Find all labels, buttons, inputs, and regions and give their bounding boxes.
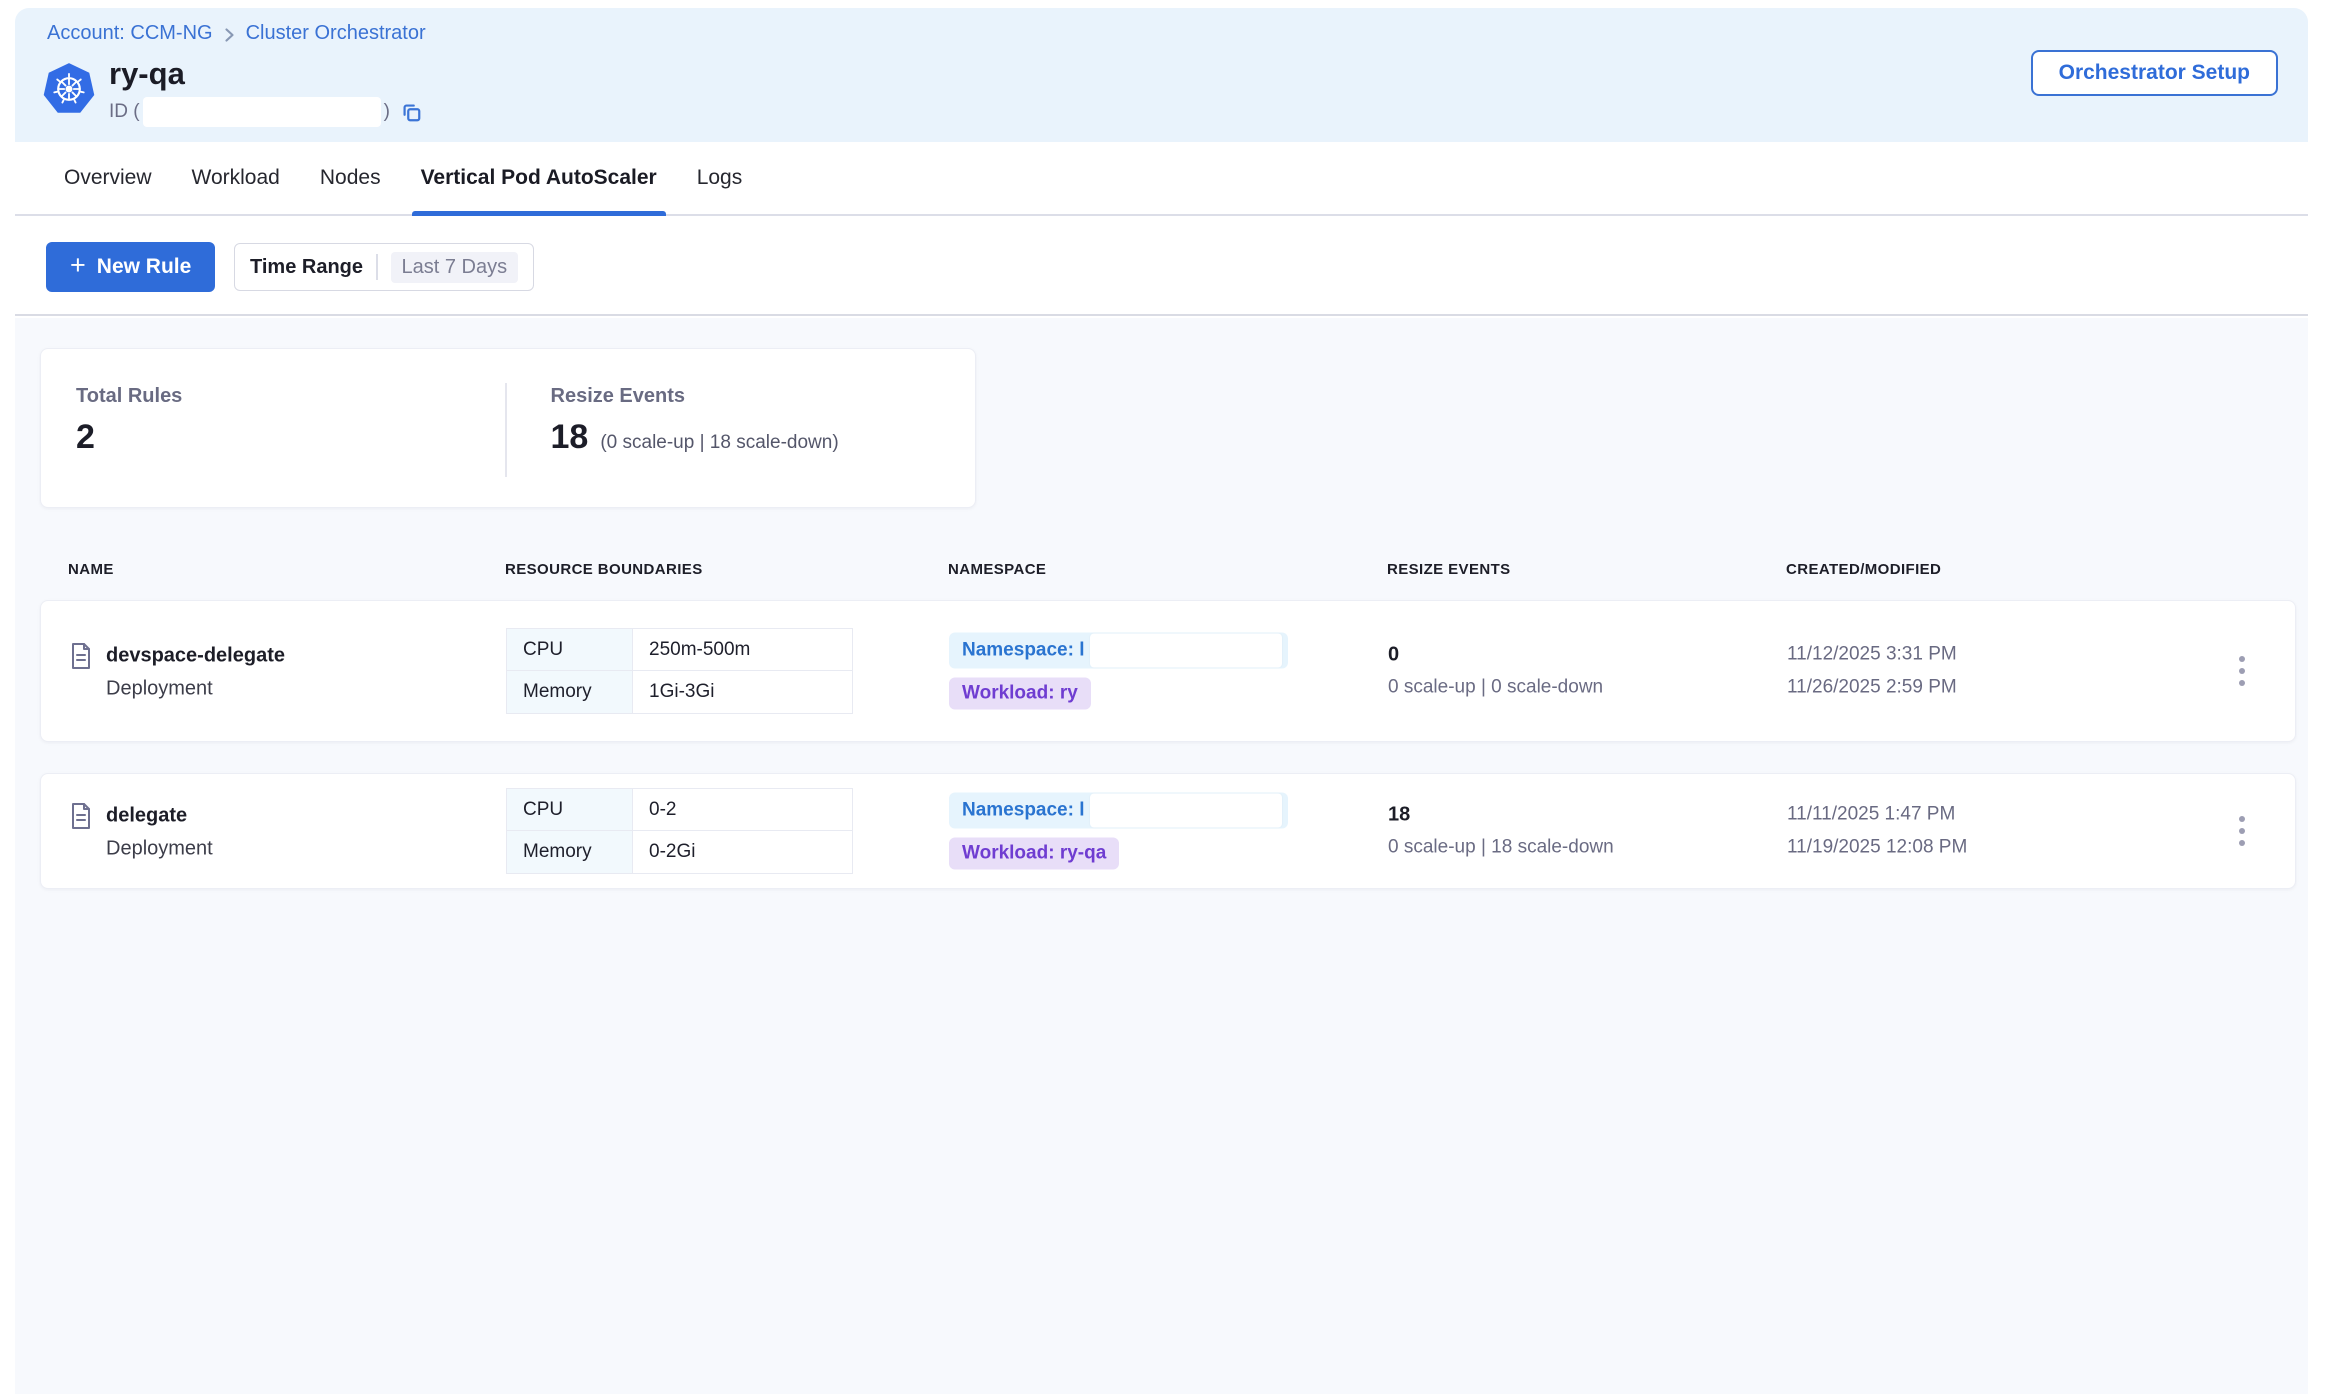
workload-badge: Workload: ry-qa <box>949 838 1119 870</box>
breadcrumb-account-link[interactable]: Account: CCM-NG <box>47 22 213 45</box>
created-date: 11/12/2025 3:31 PM <box>1787 644 1957 666</box>
chevron-right-icon <box>224 27 235 43</box>
total-rules-stat: Total Rules 2 <box>41 349 505 507</box>
tab-nodes[interactable]: Nodes <box>311 142 390 214</box>
summary-card: Total Rules 2 Resize Events 18 (0 scale-… <box>40 348 976 508</box>
created-date: 11/11/2025 1:47 PM <box>1787 804 1967 826</box>
namespace-cell: Namespace: l Workload: ry-qa <box>949 793 1288 870</box>
time-range-divider <box>376 254 378 280</box>
cluster-title-row: ry-qa ID ( ) <box>42 58 422 127</box>
column-header-name: NAME <box>68 561 114 578</box>
total-rules-label: Total Rules <box>76 385 505 408</box>
column-header-namespace: NAMESPACE <box>948 561 1046 578</box>
resize-events-detail: (0 scale-up | 18 scale-down) <box>600 432 838 454</box>
cluster-id-suffix: ) <box>384 101 390 123</box>
created-modified-cell: 11/12/2025 3:31 PM 11/26/2025 2:59 PM <box>1787 644 1957 699</box>
breadcrumb-section-link[interactable]: Cluster Orchestrator <box>246 22 426 45</box>
resize-total: 0 <box>1388 644 1603 667</box>
cpu-label: CPU <box>507 629 633 671</box>
resize-events-label: Resize Events <box>551 385 839 408</box>
memory-value: 1Gi-3Gi <box>633 671 852 713</box>
resize-total: 18 <box>1388 804 1614 827</box>
memory-label: Memory <box>507 671 633 713</box>
new-rule-button[interactable]: + New Rule <box>46 242 215 292</box>
table-row[interactable]: devspace-delegate Deployment CPU 250m-50… <box>40 600 2296 742</box>
namespace-badge: Namespace: l <box>949 793 1288 829</box>
time-range-label: Time Range <box>250 256 363 279</box>
row-menu-kebab-icon[interactable] <box>2223 649 2261 693</box>
cluster-id-row: ID ( ) <box>109 97 422 127</box>
cluster-orchestrator-page: Account: CCM-NG Cluster Orchestrator <box>15 8 2308 1394</box>
column-header-resource-boundaries: RESOURCE BOUNDARIES <box>505 561 703 578</box>
cpu-value: 0-2 <box>633 789 852 831</box>
total-rules-value: 2 <box>76 418 505 457</box>
table-row[interactable]: delegate Deployment CPU 0-2 Memory 0-2Gi… <box>40 773 2296 889</box>
plus-icon: + <box>70 252 86 279</box>
resize-detail: 0 scale-up | 18 scale-down <box>1388 837 1614 859</box>
document-icon <box>69 802 93 831</box>
tab-overview[interactable]: Overview <box>55 142 161 214</box>
time-range-value: Last 7 Days <box>391 252 519 283</box>
created-modified-cell: 11/11/2025 1:47 PM 11/19/2025 12:08 PM <box>1787 804 1967 859</box>
page-header: Account: CCM-NG Cluster Orchestrator <box>15 8 2308 142</box>
rule-name-cell: delegate Deployment <box>69 802 213 861</box>
new-rule-button-label: New Rule <box>97 255 192 279</box>
modified-date: 11/19/2025 12:08 PM <box>1787 837 1967 859</box>
time-range-selector[interactable]: Time Range Last 7 Days <box>234 243 534 291</box>
orchestrator-setup-button[interactable]: Orchestrator Setup <box>2031 50 2278 96</box>
content-area: Total Rules 2 Resize Events 18 (0 scale-… <box>15 318 2308 1394</box>
namespace-cell: Namespace: l Workload: ry <box>949 633 1288 710</box>
table-header-row: NAME RESOURCE BOUNDARIES NAMESPACE RESIZ… <box>40 561 2296 583</box>
cpu-label: CPU <box>507 789 633 831</box>
row-menu-kebab-icon[interactable] <box>2223 809 2261 853</box>
column-header-created-modified: CREATED/MODIFIED <box>1786 561 1941 578</box>
resource-boundaries-cell: CPU 0-2 Memory 0-2Gi <box>506 788 853 874</box>
rule-kind: Deployment <box>106 838 213 861</box>
resize-events-stat: Resize Events 18 (0 scale-up | 18 scale-… <box>507 349 839 507</box>
toolbar: + New Rule Time Range Last 7 Days <box>15 216 2308 316</box>
memory-value: 0-2Gi <box>633 831 852 873</box>
rule-name: devspace-delegate <box>106 645 285 668</box>
tab-workload[interactable]: Workload <box>183 142 289 214</box>
redacted-namespace-value <box>1090 634 1282 668</box>
breadcrumb: Account: CCM-NG Cluster Orchestrator <box>47 22 426 45</box>
document-icon <box>69 642 93 671</box>
cpu-value: 250m-500m <box>633 629 852 671</box>
rule-name: delegate <box>106 805 187 828</box>
resize-events-cell: 18 0 scale-up | 18 scale-down <box>1388 804 1614 859</box>
resize-detail: 0 scale-up | 0 scale-down <box>1388 677 1603 699</box>
column-header-resize-events: RESIZE EVENTS <box>1387 561 1511 578</box>
kubernetes-icon <box>42 60 96 118</box>
rule-name-cell: devspace-delegate Deployment <box>69 642 285 701</box>
workload-badge: Workload: ry <box>949 678 1091 710</box>
redacted-cluster-id <box>143 97 381 127</box>
tab-vertical-pod-autoscaler[interactable]: Vertical Pod AutoScaler <box>412 142 666 214</box>
resize-events-cell: 0 0 scale-up | 0 scale-down <box>1388 644 1603 699</box>
modified-date: 11/26/2025 2:59 PM <box>1787 677 1957 699</box>
rule-kind: Deployment <box>106 678 285 701</box>
memory-label: Memory <box>507 831 633 873</box>
namespace-badge: Namespace: l <box>949 633 1288 669</box>
redacted-namespace-value <box>1090 794 1282 828</box>
tab-bar: Overview Workload Nodes Vertical Pod Aut… <box>15 142 2308 216</box>
copy-icon[interactable] <box>400 101 422 123</box>
resize-events-value: 18 <box>551 418 589 457</box>
cluster-id-prefix: ID ( <box>109 101 140 123</box>
page-title: ry-qa <box>109 58 422 91</box>
resource-boundaries-cell: CPU 250m-500m Memory 1Gi-3Gi <box>506 628 853 714</box>
tab-logs[interactable]: Logs <box>688 142 752 214</box>
